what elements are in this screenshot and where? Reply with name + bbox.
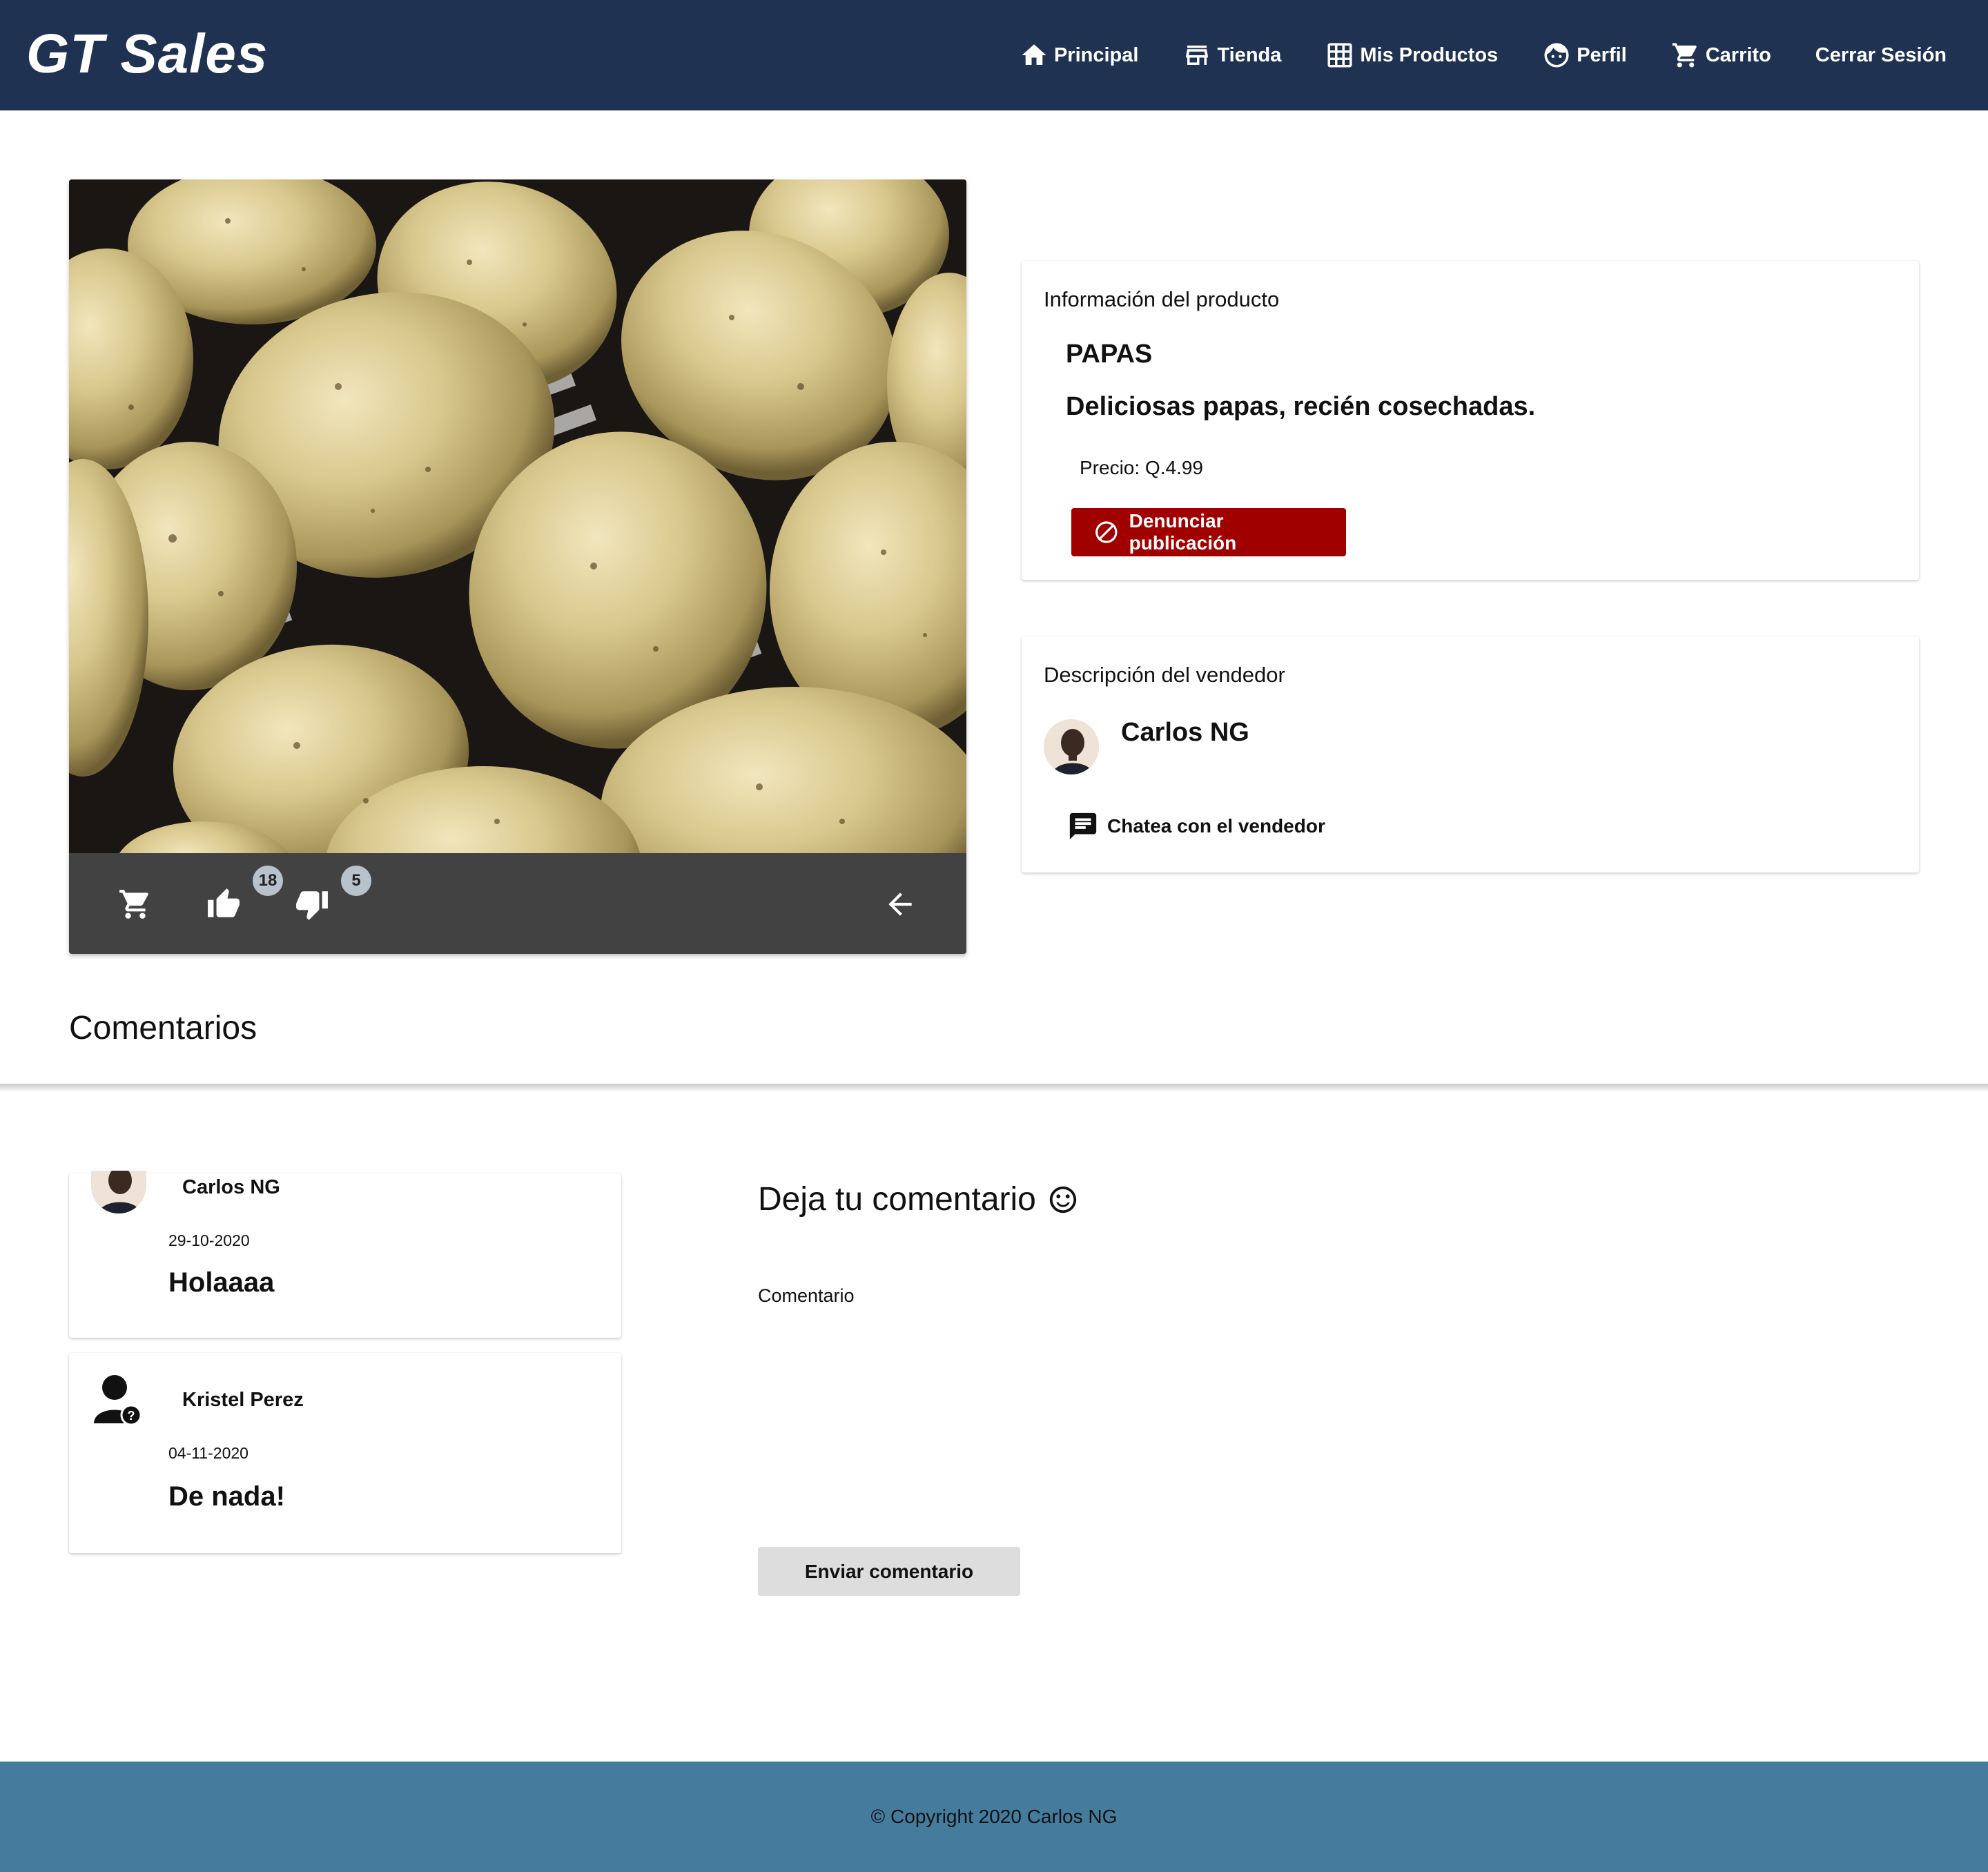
nav-label: Perfil xyxy=(1577,43,1627,66)
svg-text:?: ? xyxy=(128,1409,135,1423)
face-icon xyxy=(1544,43,1569,68)
nav-item-mis-productos[interactable]: Mis Productos xyxy=(1325,41,1498,70)
thumb-down-icon xyxy=(296,891,328,920)
chat-seller-label: Chatea con el vendedor xyxy=(1107,815,1325,837)
add-to-cart-button[interactable] xyxy=(110,879,160,929)
potatoes-image xyxy=(69,179,966,853)
seller-avatar[interactable] xyxy=(1044,719,1099,774)
comment-date: 04-11-2020 xyxy=(168,1444,248,1462)
thumb-up-icon xyxy=(208,888,240,917)
nav-item-cerrar-sesion[interactable]: Cerrar Sesión xyxy=(1815,44,1947,67)
comment-text: Holaaaa xyxy=(168,1267,275,1298)
seller-name: Carlos NG xyxy=(1121,718,1249,747)
nav-label: Tienda xyxy=(1217,43,1282,66)
product-media-card: 18 5 xyxy=(69,179,966,954)
like-button[interactable] xyxy=(199,879,248,929)
nav-menu: Principal Tienda Mis Productos Perfil Ca… xyxy=(1020,0,1947,110)
comment-text: De nada! xyxy=(168,1481,285,1512)
copyright-text: © Copyright 2020 Carlos NG xyxy=(870,1806,1118,1827)
brand-logo[interactable]: GT Sales xyxy=(26,22,268,86)
nav-label: Mis Productos xyxy=(1360,43,1499,66)
report-button[interactable]: Denunciar publicación xyxy=(1071,508,1346,556)
comment-form-title: Deja tu comentario xyxy=(758,1180,1079,1218)
arrow-back-icon xyxy=(888,893,912,916)
comment-card: ? Kristel Perez 04-11-2020 De nada! xyxy=(69,1353,621,1553)
report-button-label: Denunciar publicación xyxy=(1129,510,1237,554)
section-divider xyxy=(0,1084,1988,1091)
comment-avatar xyxy=(91,1171,146,1213)
dislike-button[interactable] xyxy=(287,879,337,929)
product-name: PAPAS xyxy=(1066,340,1153,369)
seller-photo xyxy=(1044,719,1099,774)
dislikes-count-badge: 5 xyxy=(341,866,371,896)
nav-label: Carrito xyxy=(1705,43,1771,66)
cart-icon xyxy=(119,890,148,919)
footer: © Copyright 2020 Carlos NG xyxy=(0,1762,1988,1872)
product-info-title: Información del producto xyxy=(1044,287,1280,311)
smile-icon xyxy=(1049,1186,1077,1213)
cart-icon xyxy=(1672,43,1697,68)
send-comment-button[interactable]: Enviar comentario xyxy=(758,1547,1020,1596)
comments-title: Comentarios xyxy=(69,1010,257,1046)
back-button[interactable] xyxy=(875,879,925,929)
product-description: Deliciosas papas, recién cosechadas. xyxy=(1066,392,1536,421)
seller-card: Descripción del vendedor Carlos NG Chate… xyxy=(1022,636,1919,872)
person-icon: ? xyxy=(90,1372,145,1427)
comment-user: Kristel Perez xyxy=(182,1389,304,1411)
comment-form-title-text: Deja tu comentario xyxy=(758,1181,1036,1218)
store-icon xyxy=(1186,46,1209,65)
comment-textarea[interactable] xyxy=(758,1312,1931,1519)
block-icon xyxy=(1095,521,1118,543)
seller-card-title: Descripción del vendedor xyxy=(1044,663,1285,687)
comment-date: 29-10-2020 xyxy=(168,1231,250,1249)
nav-item-principal[interactable]: Principal xyxy=(1020,41,1139,70)
chat-seller-button[interactable]: Chatea con el vendedor xyxy=(1067,810,1325,842)
navbar: GT Sales Principal Tienda Mis Productos … xyxy=(0,0,1988,110)
media-actions-bar: 18 5 xyxy=(69,853,966,954)
grid-icon xyxy=(1327,43,1352,68)
likes-count-badge: 18 xyxy=(253,866,283,896)
comment-user: Carlos NG xyxy=(182,1176,280,1198)
nav-item-tienda[interactable]: Tienda xyxy=(1182,41,1281,70)
nav-item-perfil[interactable]: Perfil xyxy=(1542,41,1627,70)
product-price: Precio: Q.4.99 xyxy=(1080,457,1203,478)
nav-label: Principal xyxy=(1053,43,1139,66)
product-image xyxy=(69,179,966,853)
nav-label: Cerrar Sesión xyxy=(1815,43,1947,66)
chat-icon xyxy=(1069,812,1097,840)
user-photo xyxy=(91,1171,146,1213)
comment-card: Carlos NG 29-10-2020 Holaaaa xyxy=(69,1171,621,1338)
home-icon xyxy=(1022,44,1046,65)
comment-field-label: Comentario xyxy=(758,1285,855,1306)
product-info-card: Información del producto PAPAS Deliciosa… xyxy=(1022,261,1919,580)
nav-item-carrito[interactable]: Carrito xyxy=(1671,41,1771,70)
